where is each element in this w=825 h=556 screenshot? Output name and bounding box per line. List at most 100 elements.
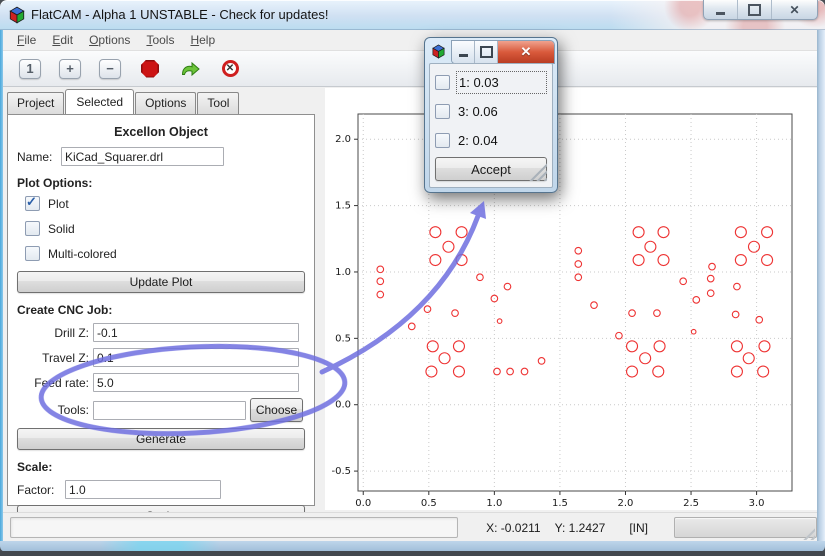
replot-button[interactable] — [177, 57, 203, 81]
factor-label: Factor: — [17, 483, 61, 497]
plot-area: 0.00.51.01.52.02.53.0-0.50.00.51.01.52.0 — [322, 87, 817, 512]
close-icon: ✕ — [789, 4, 799, 16]
tool-row: 1: 0.03 — [435, 70, 547, 94]
zoom-fit-button[interactable]: 1 — [17, 57, 43, 81]
title-bar[interactable]: FlatCAM - Alpha 1 UNSTABLE - Check for u… — [0, 0, 825, 30]
menu-item-options[interactable]: Options — [81, 31, 138, 49]
main-area: ProjectSelectedOptionsTool Excellon Obje… — [3, 87, 817, 512]
checkbox-label: Plot — [48, 197, 69, 211]
stop-button[interactable] — [137, 57, 163, 81]
feed-rate-label: Feed rate: — [17, 376, 89, 390]
y-tick-label: 2.0 — [335, 134, 351, 145]
travel-z-input[interactable] — [93, 348, 299, 367]
coord-x-label: X: — [486, 521, 497, 535]
dialog-minimize-button[interactable] — [452, 41, 474, 63]
clear-button[interactable]: ✕ — [217, 57, 243, 81]
window-title: FlatCAM - Alpha 1 UNSTABLE - Check for u… — [31, 7, 328, 22]
menu-item-tools[interactable]: Tools — [138, 31, 182, 49]
tool-row: 3: 0.06 — [435, 99, 547, 123]
tool-label: 1: 0.03 — [456, 71, 547, 94]
x-tick-label: 1.5 — [552, 498, 568, 509]
x-tick-label: 3.0 — [749, 498, 765, 509]
plot-options-heading: Plot Options: — [17, 176, 305, 190]
accept-button[interactable]: Accept — [435, 157, 547, 181]
multi-colored-checkbox[interactable] — [25, 246, 40, 261]
checkbox-label: Solid — [48, 222, 75, 236]
cursor-coordinates: X: -0.0211 Y: 1.2427 [IN] — [486, 521, 648, 535]
name-input[interactable] — [61, 147, 224, 166]
status-bar: X: -0.0211 Y: 1.2427 [IN] — [3, 512, 817, 542]
minimize-button[interactable] — [704, 0, 737, 19]
status-message-slot — [10, 517, 458, 538]
tab-options[interactable]: Options — [135, 92, 196, 114]
tool-checkbox[interactable] — [435, 75, 450, 90]
feed-rate-row: Feed rate: — [17, 373, 305, 392]
coord-y-label: Y: — [555, 521, 566, 535]
zoom-out-button[interactable]: − — [97, 57, 123, 81]
tool-checkbox-list: 1: 0.03 3: 0.06 2: 0.04 — [433, 70, 549, 152]
plot-canvas[interactable]: 0.00.51.01.52.02.53.0-0.50.00.51.01.52.0 — [325, 88, 817, 510]
coord-y-value: 1.2427 — [569, 521, 606, 535]
tools-input[interactable] — [93, 401, 246, 420]
one-box-icon: 1 — [19, 59, 41, 79]
x-tick-label: 0.0 — [355, 498, 371, 509]
toolbar: 1 +− ✕ — [3, 51, 817, 87]
tool-row: 2: 0.04 — [435, 128, 547, 152]
name-row: Name: — [17, 147, 305, 166]
maximize-icon — [748, 4, 761, 16]
y-tick-label: 1.5 — [335, 201, 351, 212]
solid-checkbox[interactable] — [25, 221, 40, 236]
tab-selected[interactable]: Selected — [65, 89, 134, 115]
minimize-icon — [716, 12, 725, 15]
tool-checkbox[interactable] — [435, 133, 450, 148]
dialog-title-bar[interactable]: ✕ — [427, 40, 555, 62]
zoom-in-button[interactable]: + — [57, 57, 83, 81]
caption-buttons: ✕ — [703, 0, 818, 20]
update-plot-button[interactable]: Update Plot — [17, 271, 305, 293]
panel-title: Excellon Object — [17, 125, 305, 139]
y-tick-label: 0.0 — [335, 400, 351, 411]
red-octagon-icon — [141, 60, 159, 78]
green-arrow-icon — [180, 61, 201, 77]
menu-item-edit[interactable]: Edit — [44, 31, 81, 49]
plus-icon: + — [59, 59, 81, 79]
close-button[interactable]: ✕ — [771, 0, 817, 19]
plot-figure: 0.00.51.01.52.02.53.0-0.50.00.51.01.52.0 — [325, 88, 817, 510]
generate-button[interactable]: Generate — [17, 428, 305, 450]
tool-label: 2: 0.04 — [456, 130, 547, 151]
feed-rate-input[interactable] — [93, 373, 299, 392]
checkbox-label: Multi-colored — [48, 247, 117, 261]
x-tick-label: 0.5 — [421, 498, 437, 509]
menu-item-file[interactable]: File — [9, 31, 44, 49]
tab-project[interactable]: Project — [7, 92, 64, 114]
tools-label: Tools: — [17, 403, 89, 417]
drill-z-input[interactable] — [93, 323, 299, 342]
window-border-right — [817, 30, 825, 542]
y-tick-label: 0.5 — [335, 333, 351, 344]
tool-label: 3: 0.06 — [456, 101, 547, 122]
factor-input[interactable] — [65, 480, 221, 499]
travel-z-row: Travel Z: — [17, 348, 305, 367]
travel-z-label: Travel Z: — [17, 351, 89, 365]
menu-item-help[interactable]: Help — [182, 31, 223, 49]
plot-checkbox[interactable] — [25, 196, 40, 211]
dialog-maximize-button[interactable] — [474, 41, 497, 63]
flatcam-dialog-icon — [431, 44, 446, 59]
scale-heading: Scale: — [17, 460, 305, 474]
dialog-caption-buttons: ✕ — [451, 40, 555, 64]
x-tick-label: 2.5 — [683, 498, 699, 509]
maximize-button[interactable] — [737, 0, 771, 19]
units-indicator: [IN] — [629, 521, 648, 535]
flatcam-app-icon — [8, 6, 26, 24]
tool-checkbox[interactable] — [435, 104, 450, 119]
y-tick-label: -0.5 — [331, 466, 351, 477]
window-border-left — [0, 30, 3, 542]
sidebar: ProjectSelectedOptionsTool Excellon Obje… — [3, 87, 322, 512]
drill-z-row: Drill Z: — [17, 323, 305, 342]
desktop-strip — [0, 551, 825, 556]
tab-tool[interactable]: Tool — [197, 92, 239, 114]
dialog-close-button[interactable]: ✕ — [497, 41, 554, 63]
minus-icon: − — [99, 59, 121, 79]
choose-button[interactable]: Choose — [250, 398, 303, 422]
dialog-maximize-icon — [480, 46, 493, 58]
